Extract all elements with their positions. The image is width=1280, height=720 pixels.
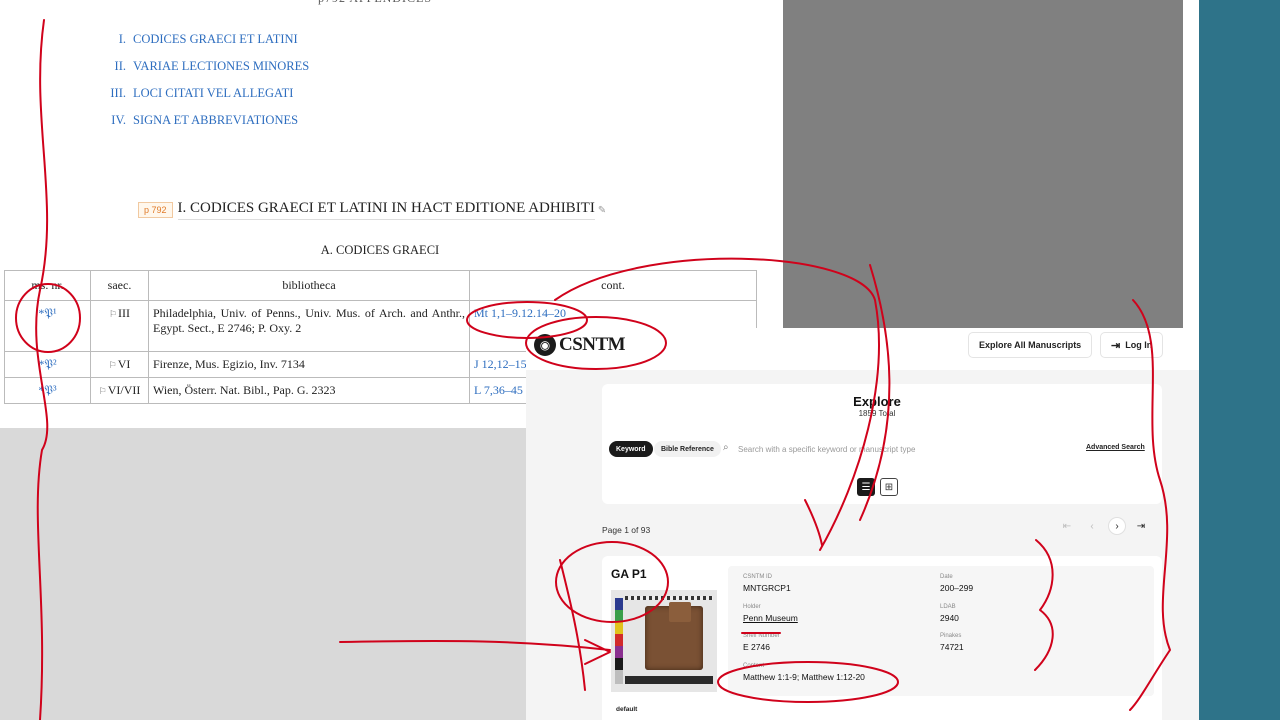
header-bibliotheca: bibliotheca bbox=[148, 270, 470, 301]
field-pinakes: Pinakes 74721 bbox=[940, 633, 964, 652]
header-cont: cont. bbox=[469, 270, 757, 301]
library-cell: Philadelphia, Univ. of Penns., Univ. Mus… bbox=[148, 300, 470, 352]
holder-link[interactable]: Penn Museum bbox=[743, 613, 798, 623]
page-marker[interactable]: p 792 bbox=[138, 202, 173, 218]
field-shelf-number: Shelf Number E 2746 bbox=[743, 633, 780, 652]
flag-icon: ⚐ bbox=[98, 386, 107, 396]
tab-bible-reference[interactable]: Bible Reference bbox=[654, 441, 721, 457]
video-placeholder bbox=[783, 0, 1183, 328]
result-card[interactable]: GA P1 default CSNTM ID MNTGRCP1 Date 200… bbox=[602, 556, 1162, 720]
side-bar bbox=[1199, 0, 1280, 720]
header-saec: saec. bbox=[90, 270, 149, 301]
first-page-icon[interactable]: ⇤ bbox=[1058, 517, 1076, 535]
toc-item-signa[interactable]: IV. SIGNA ET ABBREVIATIONES bbox=[100, 107, 309, 134]
table-header-row: ms. nr. saec. bibliotheca cont. bbox=[4, 270, 757, 301]
prev-page-icon[interactable]: ‹ bbox=[1083, 517, 1101, 535]
section-heading: p 792 I. CODICES GRAECI ET LATINI IN HAC… bbox=[138, 200, 606, 220]
explore-card: Explore 1859 Total Keyword Bible Referen… bbox=[602, 384, 1162, 504]
field-csntm-id: CSNTM ID MNTGRCP1 bbox=[743, 574, 791, 593]
manuscript-title[interactable]: GA P1 bbox=[611, 567, 647, 581]
next-page-icon[interactable]: › bbox=[1108, 517, 1126, 535]
toc-item-codices[interactable]: I. CODICES GRAECI ET LATINI bbox=[100, 26, 309, 53]
manuscript-details: CSNTM ID MNTGRCP1 Date 200–299 Holder Pe… bbox=[728, 566, 1154, 696]
section-title: I. CODICES GRAECI ET LATINI IN HACT EDIT… bbox=[177, 200, 595, 220]
csntm-logo[interactable]: ◉ CSNTM bbox=[534, 334, 626, 356]
top-navigation: ◉ CSNTM Explore All Manuscripts ⇥ Log In bbox=[526, 328, 1199, 366]
login-button[interactable]: ⇥ Log In bbox=[1100, 332, 1164, 358]
library-cell: Firenze, Mus. Egizio, Inv. 7134 bbox=[148, 351, 470, 378]
toc-item-loci[interactable]: III. LOCI CITATI VEL ALLEGATI bbox=[100, 80, 309, 107]
search-input[interactable] bbox=[738, 441, 1068, 457]
field-content: Content Matthew 1:1-9; Matthew 1:12-20 bbox=[743, 663, 865, 682]
csntm-panel: ◉ CSNTM Explore All Manuscripts ⇥ Log In… bbox=[526, 328, 1199, 720]
manuscript-thumbnail[interactable] bbox=[611, 590, 717, 692]
library-cell: Wien, Österr. Nat. Bibl., Pap. G. 2323 bbox=[148, 377, 470, 404]
subsection-title: A. CODICES GRAECI bbox=[320, 243, 440, 257]
ms-link[interactable]: *𝔓¹ bbox=[4, 300, 91, 352]
field-ldab: LDAB 2940 bbox=[940, 604, 959, 623]
search-icon: ⌕ bbox=[723, 442, 729, 453]
grid-view-icon[interactable]: ⊞ bbox=[880, 478, 898, 496]
advanced-search-link[interactable]: Advanced Search bbox=[1086, 444, 1145, 451]
explore-all-button[interactable]: Explore All Manuscripts bbox=[968, 332, 1093, 358]
table-of-contents: I. CODICES GRAECI ET LATINI II. VARIAE L… bbox=[100, 26, 309, 134]
explore-title: Explore bbox=[853, 394, 901, 409]
last-page-icon[interactable]: ⇥ bbox=[1132, 517, 1150, 535]
color-chart-icon bbox=[615, 598, 623, 684]
toc-item-variae[interactable]: II. VARIAE LECTIONES MINORES bbox=[100, 53, 310, 80]
list-view-icon[interactable]: ☰ bbox=[857, 478, 875, 496]
cut-off-heading: p792 APPENDICES bbox=[318, 0, 432, 6]
login-icon: ⇥ bbox=[1111, 339, 1121, 352]
image-caption: default bbox=[616, 706, 638, 713]
field-date: Date 200–299 bbox=[940, 574, 974, 593]
total-count: 1859 Total bbox=[858, 409, 896, 418]
edit-pencil-icon[interactable]: ✎ bbox=[598, 205, 606, 216]
ms-link[interactable]: *𝔓³ bbox=[4, 377, 91, 404]
tab-keyword[interactable]: Keyword bbox=[609, 441, 653, 457]
aperture-icon: ◉ bbox=[534, 334, 556, 356]
flag-icon: ⚐ bbox=[108, 309, 118, 319]
page-indicator: Page 1 of 93 bbox=[602, 525, 651, 535]
field-holder: Holder Penn Museum bbox=[743, 604, 798, 623]
background-panel bbox=[0, 428, 526, 720]
header-ms-nr: ms. nr. bbox=[4, 270, 91, 301]
ms-link[interactable]: *𝔓² bbox=[4, 351, 91, 378]
flag-icon: ⚐ bbox=[108, 360, 117, 370]
